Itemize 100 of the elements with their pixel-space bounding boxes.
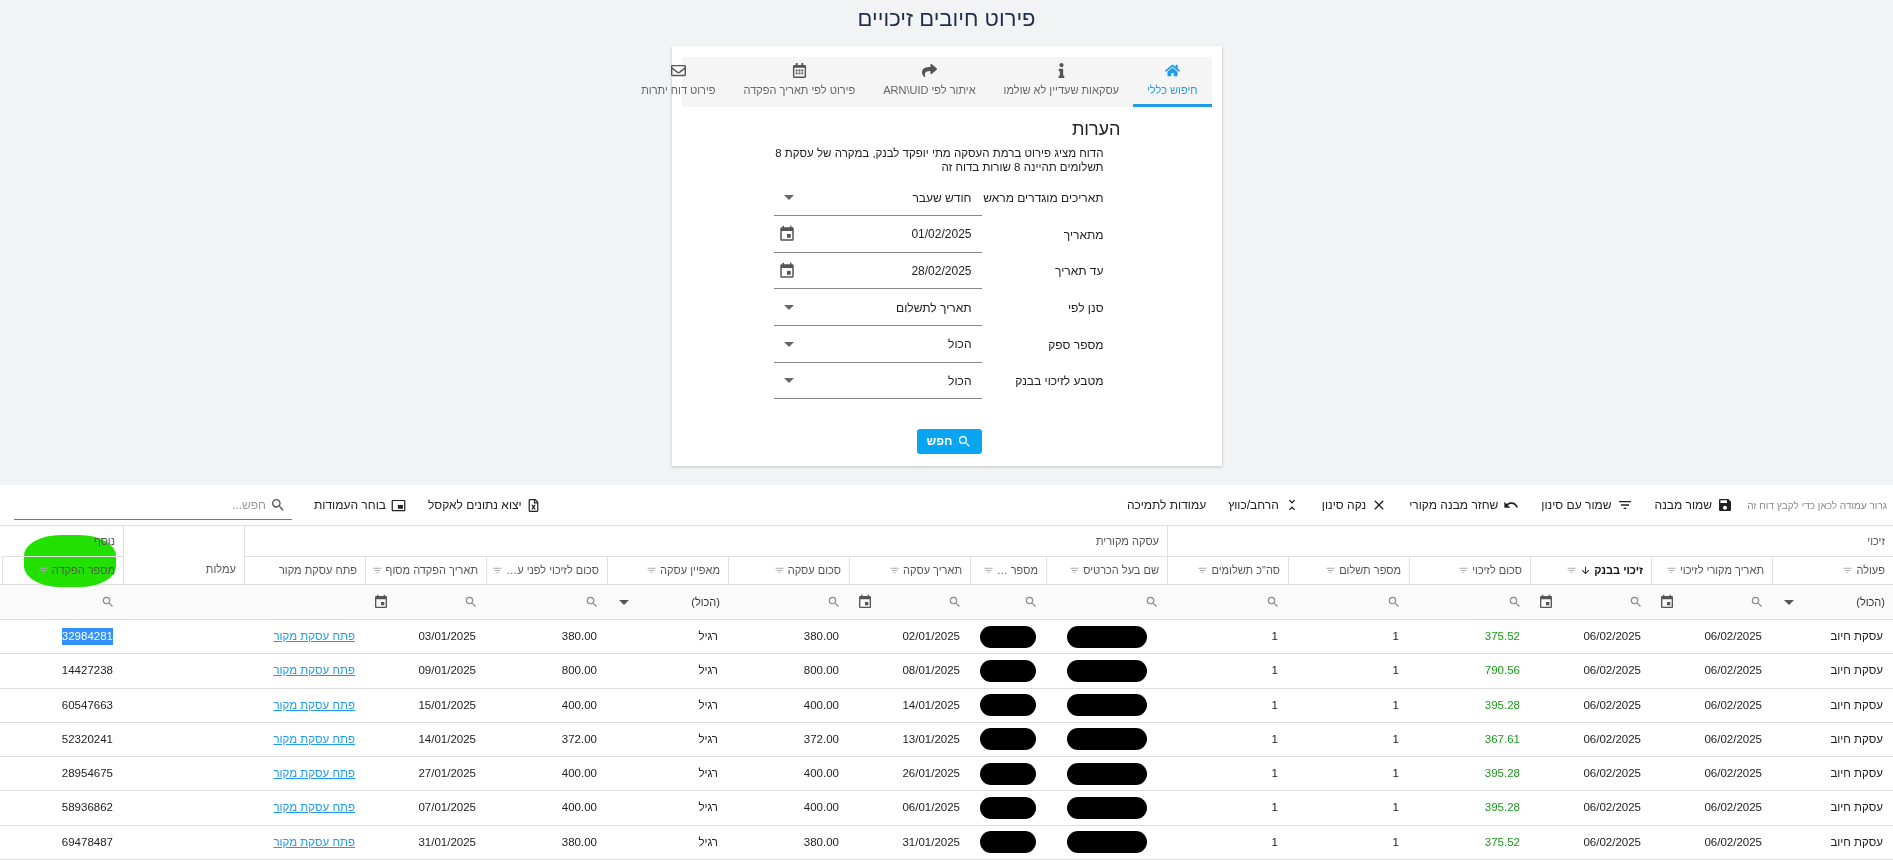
toolbar-button[interactable]: שמור עם סינון — [1541, 496, 1633, 514]
tab[interactable]: פירוט לפי תאריך הפקדה — [729, 57, 870, 107]
calendar-icon — [791, 62, 807, 78]
table-cell-text: 400.00 — [561, 800, 597, 816]
table-cell-text: 375.52 — [1484, 834, 1520, 850]
table-cell-text: עסקת חיוב — [1830, 766, 1883, 782]
toolbar-button[interactable]: שחזר מבנה מקורי — [1409, 496, 1520, 514]
spreadsheet-file-icon — [526, 498, 540, 512]
table-cell-text: 1 — [1271, 731, 1278, 747]
select-field[interactable]: חודש שעבר — [773, 180, 982, 217]
date-field[interactable]: 28/02/2025 — [773, 253, 982, 290]
toolbar-button[interactable]: עמודות לתמיכה — [1127, 496, 1207, 514]
field-label: תאריכים מוגדרים מראש — [982, 190, 1104, 208]
filter-icon[interactable] — [1069, 565, 1081, 576]
table-cell-text: 06/02/2025 — [1704, 800, 1762, 816]
table-cell-text: רגיל — [698, 731, 718, 747]
tab[interactable]: איתור לפי ARN\UID — [869, 57, 990, 107]
search-input[interactable]: חפש... — [20, 495, 266, 514]
filter-icon[interactable] — [1197, 565, 1209, 576]
table-cell-text: 380.00 — [561, 629, 597, 644]
table-cell-text: 06/02/2025 — [1583, 766, 1641, 782]
filter-icon[interactable] — [1842, 565, 1854, 576]
table-cell-text: 09/01/2025 — [418, 663, 476, 679]
table-cell-text: 06/02/2025 — [1583, 697, 1641, 713]
table-cell-text: רגיל — [698, 766, 718, 782]
calendar-icon[interactable] — [777, 225, 796, 244]
date-field[interactable]: 01/02/2025 — [773, 216, 982, 253]
search-icon — [1266, 595, 1280, 609]
table-cell-text: 06/02/2025 — [1704, 663, 1762, 679]
table-cell-text: 06/01/2025 — [902, 800, 960, 816]
filter-select[interactable]: (הכול) — [1780, 589, 1885, 615]
calendar-icon[interactable] — [777, 262, 796, 280]
filter-icon[interactable] — [37, 565, 49, 576]
dropdown-caret-icon — [1784, 599, 1794, 605]
table-cell-text: 1 — [1392, 697, 1399, 713]
table-cell-text: 52320241 — [61, 731, 113, 747]
export-excel-button[interactable]: יצוא נתונים לאקסל — [427, 496, 540, 514]
filter-icon[interactable] — [888, 565, 900, 576]
search-icon — [948, 595, 962, 609]
toolbar-button[interactable]: נקה סינון — [1321, 496, 1388, 514]
table-cell-text: 1 — [1392, 766, 1399, 782]
column-chooser-button[interactable]: בוחר העמודות — [314, 496, 406, 514]
search-icon — [1145, 595, 1159, 609]
tab[interactable]: פירוט דוח יתרות — [627, 57, 730, 107]
table-cell-text: 58936862 — [61, 800, 113, 816]
calendar-icon — [1538, 594, 1554, 610]
share-arrow-icon — [921, 62, 937, 78]
table-cell-text: 06/02/2025 — [1583, 663, 1641, 679]
filter-icon[interactable] — [371, 565, 383, 576]
search-icon — [1024, 595, 1038, 609]
search-icon — [1387, 595, 1401, 609]
group-hint: גרור עמודה לכאן כדי לקבץ דוח זה — [1747, 498, 1887, 513]
table-cell-text: עסקת חיוב — [1830, 731, 1883, 747]
table-cell-text: 31/01/2025 — [902, 834, 960, 850]
table-cell-text: 1 — [1271, 629, 1278, 644]
table-cell-text: רגיל — [698, 663, 718, 679]
table-cell-text: 375.52 — [1484, 629, 1520, 644]
notes-text: הדוח מציג פירוט ברמת העסקה מתי יופקד לבנק, במקרה של עסקת 8 תשלומים תהיינה 8 שורות בדוח זה — [774, 146, 1104, 174]
filter-icon[interactable] — [773, 565, 785, 576]
dropdown-caret-icon — [783, 341, 794, 347]
table-cell-text: רגיל — [698, 629, 718, 644]
select-field[interactable]: הכול — [773, 326, 982, 363]
filter-icon[interactable] — [1325, 565, 1337, 576]
table-cell-text: 367.61 — [1484, 731, 1520, 747]
table-cell-text: 1 — [1271, 834, 1278, 850]
filter-icon[interactable] — [646, 565, 658, 576]
filter-icon[interactable] — [492, 565, 504, 576]
grid-search-field[interactable]: חפש... — [14, 490, 292, 520]
table-cell-text: 07/01/2025 — [418, 800, 476, 816]
table-cell-text: עסקת חיוב — [1830, 834, 1883, 850]
tab[interactable]: עסקאות שעדיין לא שולמו — [989, 57, 1133, 107]
sort-arrow-icon — [1580, 565, 1592, 576]
dropdown-caret-icon — [783, 378, 794, 384]
toolbar-button[interactable]: שמור מבנה — [1654, 496, 1734, 514]
table-cell-text: 13/01/2025 — [902, 731, 960, 747]
table-cell-text: 400.00 — [803, 697, 839, 713]
table-cell-text: 395.28 — [1484, 766, 1520, 782]
table-cell-text: 06/02/2025 — [1583, 629, 1641, 644]
calendar-icon — [1659, 594, 1675, 610]
filter-select[interactable]: (הכול) — [615, 589, 720, 615]
table-cell-text: 27/01/2025 — [418, 766, 476, 782]
field-label: מטבע לזיכוי בבנק — [1014, 373, 1104, 391]
filter-icon[interactable] — [1665, 565, 1677, 576]
table-cell-text: 400.00 — [561, 766, 597, 782]
calendar-icon — [857, 594, 873, 610]
table-cell-text: 06/02/2025 — [1704, 697, 1762, 713]
table-cell-text: 380.00 — [561, 834, 597, 850]
field-label: מתאריך — [1062, 226, 1104, 244]
filter-icon[interactable] — [1458, 565, 1470, 576]
select-field[interactable]: הכול — [773, 363, 982, 400]
select-field[interactable]: תאריך לתשלום — [773, 290, 982, 327]
table-cell-text: 03/01/2025 — [418, 629, 476, 644]
table-cell-text: 1 — [1271, 766, 1278, 782]
toolbar-button[interactable]: הרחב/כווץ — [1228, 496, 1300, 514]
table-cell-text: 60547663 — [61, 697, 113, 713]
filter-icon[interactable] — [1566, 565, 1578, 576]
table-cell-text: 14/01/2025 — [902, 697, 960, 713]
search-icon — [270, 496, 286, 513]
filter-icon[interactable] — [982, 565, 994, 576]
table-cell-text: עסקת חיוב — [1830, 663, 1883, 679]
